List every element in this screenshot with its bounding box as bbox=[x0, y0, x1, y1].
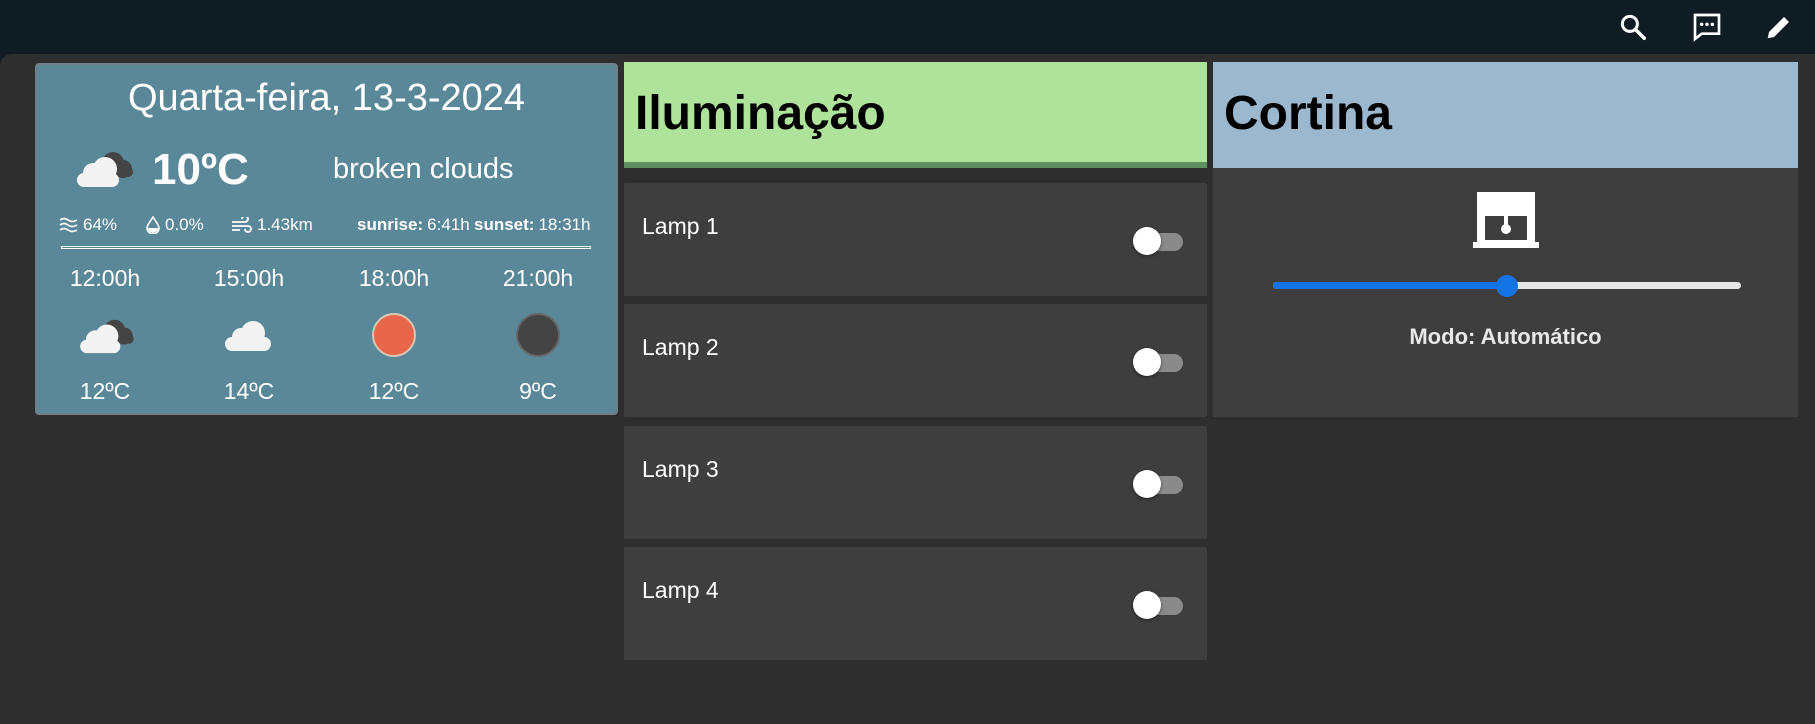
wind-value: 1.43km bbox=[257, 215, 313, 234]
droplet-icon bbox=[146, 216, 160, 234]
curtain-header: Cortina bbox=[1213, 62, 1798, 168]
toggle-knob bbox=[1133, 348, 1161, 376]
broken-clouds-icon bbox=[71, 145, 135, 196]
forecast-time: 12:00h bbox=[69, 265, 141, 291]
lamp-label: Lamp 1 bbox=[642, 213, 719, 239]
curtain-mode: Modo: Automático bbox=[1409, 324, 1602, 349]
precipitation-value: 0.0% bbox=[165, 215, 204, 234]
forecast-item: 15:00h 14ºC bbox=[194, 265, 304, 405]
lamp-card[interactable]: Lamp 2 bbox=[624, 304, 1207, 417]
lamp-toggle[interactable] bbox=[1129, 348, 1185, 376]
top-app-bar bbox=[0, 0, 1815, 54]
edit-icon[interactable] bbox=[1762, 10, 1796, 44]
sunset-value: 18:31h bbox=[538, 215, 591, 234]
precipitation-stat: 0.0% bbox=[145, 215, 204, 235]
humidity-value: 64% bbox=[83, 215, 118, 234]
weather-description: broken clouds bbox=[333, 153, 514, 185]
sun-icon bbox=[339, 306, 449, 364]
current-temperature: 10ºC bbox=[152, 145, 249, 194]
forecast-time: 15:00h bbox=[213, 265, 285, 291]
lamp-card[interactable]: Lamp 1 bbox=[624, 183, 1207, 296]
cloud-icon bbox=[194, 306, 304, 364]
forecast-temp: 12ºC bbox=[368, 378, 420, 404]
curtain-position-slider[interactable] bbox=[1273, 275, 1741, 297]
sunrise-value: 6:41h bbox=[427, 215, 470, 234]
lamp-card[interactable]: Lamp 4 bbox=[624, 547, 1207, 660]
forecast-item: 18:00h 12ºC bbox=[339, 265, 449, 405]
sunrise-stat: sunrise: 6:41h bbox=[357, 215, 470, 235]
curtain-title: Cortina bbox=[1224, 87, 1392, 140]
weather-card: Quarta-feira, 13-3-2024 10ºC broken clou… bbox=[35, 63, 618, 415]
lamp-toggle[interactable] bbox=[1129, 227, 1185, 255]
lamp-toggle[interactable] bbox=[1129, 591, 1185, 619]
forecast-item: 21:00h 9ºC bbox=[483, 265, 593, 405]
lighting-header: Iluminação bbox=[624, 62, 1207, 168]
broken-clouds-icon bbox=[50, 306, 160, 364]
slider-fill bbox=[1273, 282, 1507, 289]
toggle-knob bbox=[1133, 470, 1161, 498]
humidity-stat: 64% bbox=[59, 215, 117, 235]
wind-stat: 1.43km bbox=[231, 215, 313, 235]
forecast-item: 12:00h 12ºC bbox=[50, 265, 160, 405]
moon-icon bbox=[483, 306, 593, 364]
lighting-title: Iluminação bbox=[635, 87, 886, 140]
sunset-label: sunset: bbox=[474, 215, 535, 234]
chat-icon[interactable] bbox=[1690, 10, 1724, 44]
forecast-temp: 9ºC bbox=[519, 378, 557, 404]
window-blind-icon bbox=[1473, 192, 1539, 257]
toggle-knob bbox=[1133, 227, 1161, 255]
forecast-time: 18:00h bbox=[358, 265, 430, 291]
search-icon[interactable] bbox=[1616, 10, 1650, 44]
lamp-label: Lamp 2 bbox=[642, 334, 719, 360]
lamp-card[interactable]: Lamp 3 bbox=[624, 426, 1207, 539]
weather-date: Quarta-feira, 13-3-2024 bbox=[127, 77, 526, 119]
weather-divider bbox=[61, 246, 591, 249]
lamp-toggle[interactable] bbox=[1129, 470, 1185, 498]
forecast-temp: 12ºC bbox=[79, 378, 131, 404]
sunset-stat: sunset: 18:31h bbox=[474, 215, 590, 235]
slider-thumb[interactable] bbox=[1496, 275, 1518, 297]
toggle-knob bbox=[1133, 591, 1161, 619]
forecast-temp: 14ºC bbox=[223, 378, 275, 404]
lamp-label: Lamp 4 bbox=[642, 577, 719, 603]
lamp-label: Lamp 3 bbox=[642, 456, 719, 482]
humidity-icon bbox=[59, 217, 78, 233]
curtain-card: Modo: Automático bbox=[1213, 168, 1798, 417]
sunrise-label: sunrise: bbox=[357, 215, 424, 234]
forecast-time: 21:00h bbox=[502, 265, 574, 291]
wind-icon bbox=[232, 217, 252, 233]
